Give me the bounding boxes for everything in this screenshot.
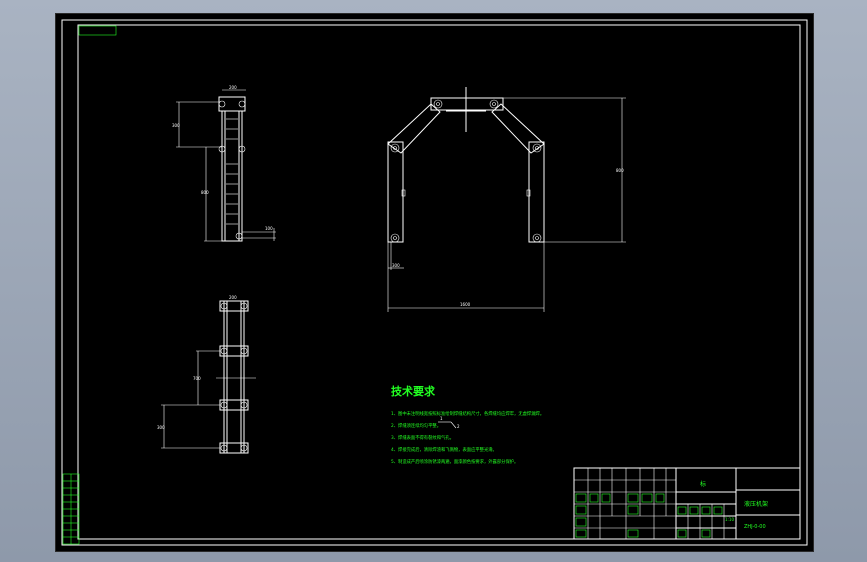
drawing-sheet: 200 300 800 100 800 1600 300 700 300 200…	[55, 13, 814, 552]
dim-left-top-height: 300	[172, 123, 180, 128]
dim-left-foot: 100	[265, 226, 273, 231]
dim-bottom-width: 200	[229, 295, 237, 300]
corner-tag	[78, 25, 117, 36]
dim-bottom-span: 300	[157, 425, 165, 430]
weld-mark-leader	[450, 421, 457, 429]
dim-right-width: 1600	[460, 302, 471, 307]
title-block-center-mark: 标	[700, 480, 706, 488]
outer-frame	[61, 19, 808, 546]
title-block-name: 液压机架	[744, 500, 768, 508]
tech-item-3: 3、焊缝表面不得有裂纹和气孔。	[391, 434, 454, 441]
dim-right-height: 800	[616, 168, 624, 173]
side-view-bottom	[161, 300, 256, 454]
weld-mark-note: 2	[457, 424, 460, 429]
dim-bottom-height: 700	[193, 376, 201, 381]
dim-right-side: 300	[392, 263, 400, 268]
side-view-top	[176, 89, 276, 242]
title-block-scale: 1:10	[725, 517, 734, 522]
dim-left-top-width: 200	[229, 85, 237, 90]
cad-canvas: 200 300 800 100 800 1600 300 700 300 200…	[61, 19, 808, 546]
tech-item-4: 4、焊接完成后，清除焊渣和飞溅物，表面应平整光滑。	[391, 446, 497, 453]
tech-title: 技术要求	[391, 384, 436, 398]
front-view	[387, 87, 626, 312]
tech-item-2: 2、焊缝须连续均匀平整。	[391, 422, 441, 429]
title-block-code: ZHJ-0-00	[744, 524, 766, 530]
revision-block	[62, 473, 80, 545]
dim-left-mid-height: 800	[201, 190, 209, 195]
tech-item-1: 1、图中未注明线宽按照标准绘制焊缝结构尺寸，各焊缝均应焊牢，无虚焊漏焊。	[391, 410, 544, 417]
tech-item-5: 5、制造成产后喷涂防锈漆两遍，面漆颜色按要求，外露部分保护。	[391, 458, 518, 465]
